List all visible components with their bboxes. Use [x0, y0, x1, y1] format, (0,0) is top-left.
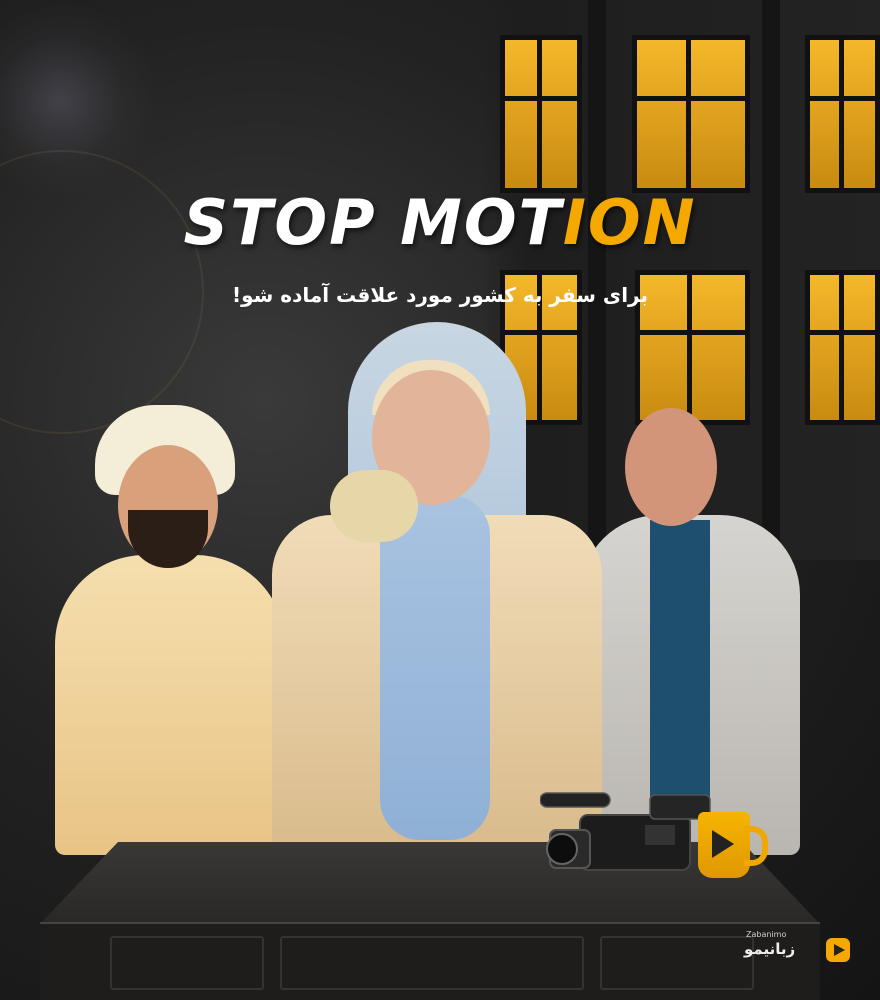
desk-drawer — [110, 936, 264, 990]
poster-subtitle: برای سفر به کشور مورد علاقت آماده شو! — [231, 283, 648, 307]
poster: STOP MOTION برای سفر به کشور مورد علاقت … — [0, 0, 880, 1000]
brand-latin-name: Zabanimo — [746, 930, 787, 939]
desk-front — [40, 922, 820, 1000]
lit-window — [805, 35, 880, 193]
coffee-mug — [698, 812, 768, 878]
video-camera-icon — [540, 792, 711, 871]
robe — [55, 555, 285, 855]
scarf-front — [380, 495, 490, 840]
brand-name: زبانیمو — [744, 940, 796, 958]
desk-drawer — [280, 936, 584, 990]
pointing-hand — [330, 470, 418, 542]
play-logo-icon — [826, 938, 850, 962]
lit-window — [632, 35, 750, 193]
desk-drawer — [600, 936, 754, 990]
face — [625, 408, 717, 526]
building-pillar — [588, 0, 606, 560]
title-accent: ION — [562, 186, 697, 259]
brand-logo: Zabanimo زبانیمو — [744, 930, 854, 970]
poster-title: STOP MOTION — [0, 186, 880, 259]
building-pillar — [762, 0, 780, 560]
shirt — [650, 520, 710, 800]
play-logo-icon — [712, 830, 734, 858]
lit-window — [500, 35, 582, 193]
title-white: STOP MOT — [183, 186, 563, 259]
